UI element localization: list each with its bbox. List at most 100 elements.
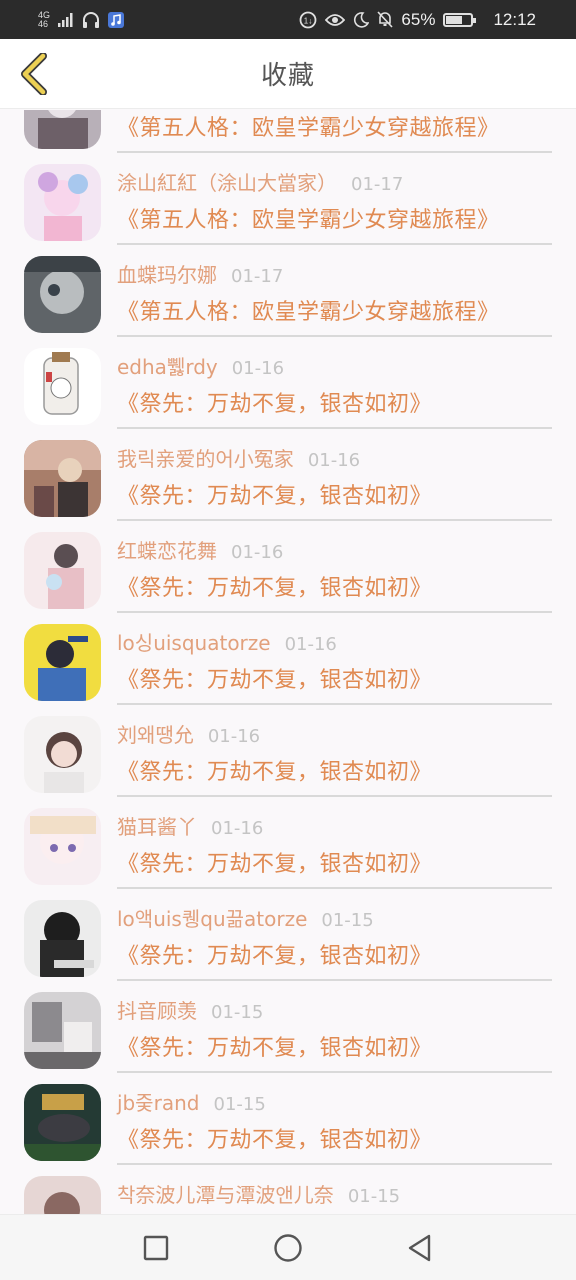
book-title: 《祭先：万劫不复，银杏如初》 xyxy=(117,392,433,417)
avatar[interactable] xyxy=(24,900,101,977)
eye-comfort-icon xyxy=(325,13,346,27)
book-title: 《第五人格：欧皇学霸少女穿越旅程》 xyxy=(117,300,500,325)
avatar[interactable] xyxy=(24,808,101,885)
svg-text:1↓: 1↓ xyxy=(304,16,312,25)
status-bar-right: 1↓ 65% 12:12 xyxy=(299,10,536,30)
battery-percent: 65% xyxy=(401,9,436,29)
user-name[interactable]: jb줒rand 01-15 xyxy=(117,1087,266,1116)
post-date: 01-16 xyxy=(207,726,261,747)
status-bar-left: 4G 46 xyxy=(38,10,125,29)
book-title: 《第五人格：欧皇学霸少女穿越旅程》 xyxy=(117,208,500,233)
bell-off-icon xyxy=(377,11,394,28)
book-title: 《祭先：万劫不复，银杏如初》 xyxy=(117,1128,433,1153)
battery-icon xyxy=(443,12,477,27)
post-date: 01-15 xyxy=(211,1002,264,1023)
avatar[interactable] xyxy=(24,256,101,333)
avatar[interactable] xyxy=(24,624,101,701)
recent-apps-icon xyxy=(143,1235,169,1260)
home-button[interactable] xyxy=(258,1218,318,1278)
user-name-text: 我릭亲爱的어小冤家 xyxy=(117,447,294,471)
book-title: 《祭先：万劫不复，银杏如初》 xyxy=(117,1036,433,1061)
list-item[interactable]: 凉稻姜放奶糖🍬01-17《第五人格：欧皇学霸少女穿越旅程》 xyxy=(0,110,576,153)
list-item[interactable]: lo싱uisquatorze 01-16 《祭先：万劫不复，银杏如初》 xyxy=(0,613,576,705)
list-item[interactable]: edha쀓rdy 01-16 《祭先：万劫不复，银杏如初》 xyxy=(0,337,576,429)
system-nav-bar xyxy=(0,1214,576,1280)
post-date: 01-17 xyxy=(231,266,284,287)
list-item[interactable]: 我릭亲爱的어小冤家 01-16 《祭先：万劫不复，银杏如初》 xyxy=(0,429,576,521)
list-item[interactable]: lo액uis퀭qu끎atorze 01-15 《祭先：万劫不复，银杏如初》 xyxy=(0,889,576,981)
list-item[interactable]: jb줒rand 01-15 《祭先：万劫不复，银杏如初》 xyxy=(0,1073,576,1165)
post-date: 01-15 xyxy=(213,1094,266,1115)
list-item[interactable]: 血蝶玛尔娜 01-17 《第五人格：欧皇学霸少女穿越旅程》 xyxy=(0,245,576,337)
user-name-text: 血蝶玛尔娜 xyxy=(117,263,217,287)
user-name-text: jb줒rand xyxy=(117,1091,200,1115)
user-name[interactable]: lo싱uisquatorze 01-16 xyxy=(117,627,337,656)
user-name[interactable]: edha쀓rdy 01-16 xyxy=(117,351,284,380)
status-bar: 4G 46 1↓ 65% 12:12 xyxy=(0,0,576,39)
list-item[interactable]: 红蝶恋花舞 01-16 《祭先：万劫不复，银杏如初》 xyxy=(0,521,576,613)
moon-icon xyxy=(353,11,370,28)
book-title: 《祭先：万劫不复，银杏如初》 xyxy=(117,760,433,785)
post-date: 01-16 xyxy=(211,818,264,839)
clock: 12:12 xyxy=(493,9,536,29)
user-name[interactable]: 猫耳酱丫 01-16 xyxy=(117,811,263,840)
post-date: 01-17 xyxy=(351,174,404,195)
avatar[interactable] xyxy=(24,1176,101,1214)
user-name-text: 涂山紅紅（涂山大當家） xyxy=(117,171,337,195)
data-saver-icon: 1↓ xyxy=(299,11,317,29)
user-name-text: 猫耳酱丫 xyxy=(117,815,197,839)
book-title: 《祭先：万劫不复，银杏如初》 xyxy=(117,852,433,877)
avatar[interactable] xyxy=(24,164,101,241)
user-name[interactable]: 涂山紅紅（涂山大當家） 01-17 xyxy=(117,167,403,196)
avatar[interactable] xyxy=(24,532,101,609)
back-button[interactable] xyxy=(12,51,56,97)
user-name-text: 刘왜땡允 xyxy=(117,723,194,747)
music-app-icon xyxy=(108,11,125,28)
user-name-text: lo액uis퀭qu끎atorze xyxy=(117,907,308,931)
user-name-text: 红蝶恋花舞 xyxy=(117,539,217,563)
user-name-text: 착奈波儿潭与潭波앤儿奈 xyxy=(117,1183,334,1207)
user-name[interactable]: 抖音顾羡 01-15 xyxy=(117,995,263,1024)
book-title: 《祭先：万劫不复，银杏如初》 xyxy=(117,576,433,601)
post-date: 01-16 xyxy=(231,358,285,379)
network-indicator: 4G 46 xyxy=(38,10,50,29)
nav-back-button[interactable] xyxy=(390,1218,450,1278)
user-name[interactable]: 착奈波儿潭与潭波앤儿奈 01-15 xyxy=(117,1179,400,1208)
book-title: 《第五人格：欧皇学霸少女穿越旅程》 xyxy=(117,116,500,141)
avatar[interactable] xyxy=(24,110,101,149)
post-date: 01-16 xyxy=(307,450,361,471)
avatar[interactable] xyxy=(24,716,101,793)
chevron-left-icon xyxy=(21,53,47,95)
list-item[interactable]: 刘왜땡允 01-16 《祭先：万劫不复，银杏如初》 xyxy=(0,705,576,797)
user-name[interactable]: 红蝶恋花舞 01-16 xyxy=(117,535,283,564)
avatar[interactable] xyxy=(24,348,101,425)
recent-apps-button[interactable] xyxy=(126,1218,186,1278)
user-name[interactable]: 刘왜땡允 01-16 xyxy=(117,719,260,748)
user-name[interactable]: lo액uis퀭qu끎atorze 01-15 xyxy=(117,903,374,932)
headphones-icon xyxy=(82,11,100,28)
battery-level xyxy=(446,15,463,24)
user-name[interactable]: 我릭亲爱的어小冤家 01-16 xyxy=(117,443,360,472)
post-date: 01-16 xyxy=(284,634,337,655)
book-title: 《祭先：万劫不复，银杏如初》 xyxy=(117,944,433,969)
back-icon xyxy=(408,1234,431,1261)
post-date: 01-15 xyxy=(347,1186,401,1207)
list-item[interactable]: 抖音顾羡 01-15 《祭先：万劫不复，银杏如初》 xyxy=(0,981,576,1073)
avatar[interactable] xyxy=(24,440,101,517)
app-header: 收藏 xyxy=(0,39,576,109)
favorites-list[interactable]: 凉稻姜放奶糖🍬01-17《第五人格：欧皇学霸少女穿越旅程》涂山紅紅（涂山大當家）… xyxy=(0,110,576,1214)
user-name[interactable]: 血蝶玛尔娜 01-17 xyxy=(117,259,283,288)
user-name-text: 抖音顾羡 xyxy=(117,999,197,1023)
list-item[interactable]: 猫耳酱丫 01-16 《祭先：万劫不复，银杏如初》 xyxy=(0,797,576,889)
home-icon xyxy=(274,1233,302,1262)
list-item[interactable]: 착奈波儿潭与潭波앤儿奈01-15《祭先：万劫不复，银杏如初》 xyxy=(0,1165,576,1214)
book-title: 《祭先：万劫不复，银杏如初》 xyxy=(117,668,433,693)
post-date: 01-16 xyxy=(231,542,284,563)
user-name-text: edha쀓rdy xyxy=(117,355,218,379)
book-title: 《祭先：万劫不复，银杏如初》 xyxy=(117,484,433,509)
avatar[interactable] xyxy=(24,992,101,1069)
network-sub: 46 xyxy=(38,18,49,29)
list-item[interactable]: 涂山紅紅（涂山大當家） 01-17 《第五人格：欧皇学霸少女穿越旅程》 xyxy=(0,153,576,245)
page-title: 收藏 xyxy=(260,61,315,91)
avatar[interactable] xyxy=(24,1084,101,1161)
